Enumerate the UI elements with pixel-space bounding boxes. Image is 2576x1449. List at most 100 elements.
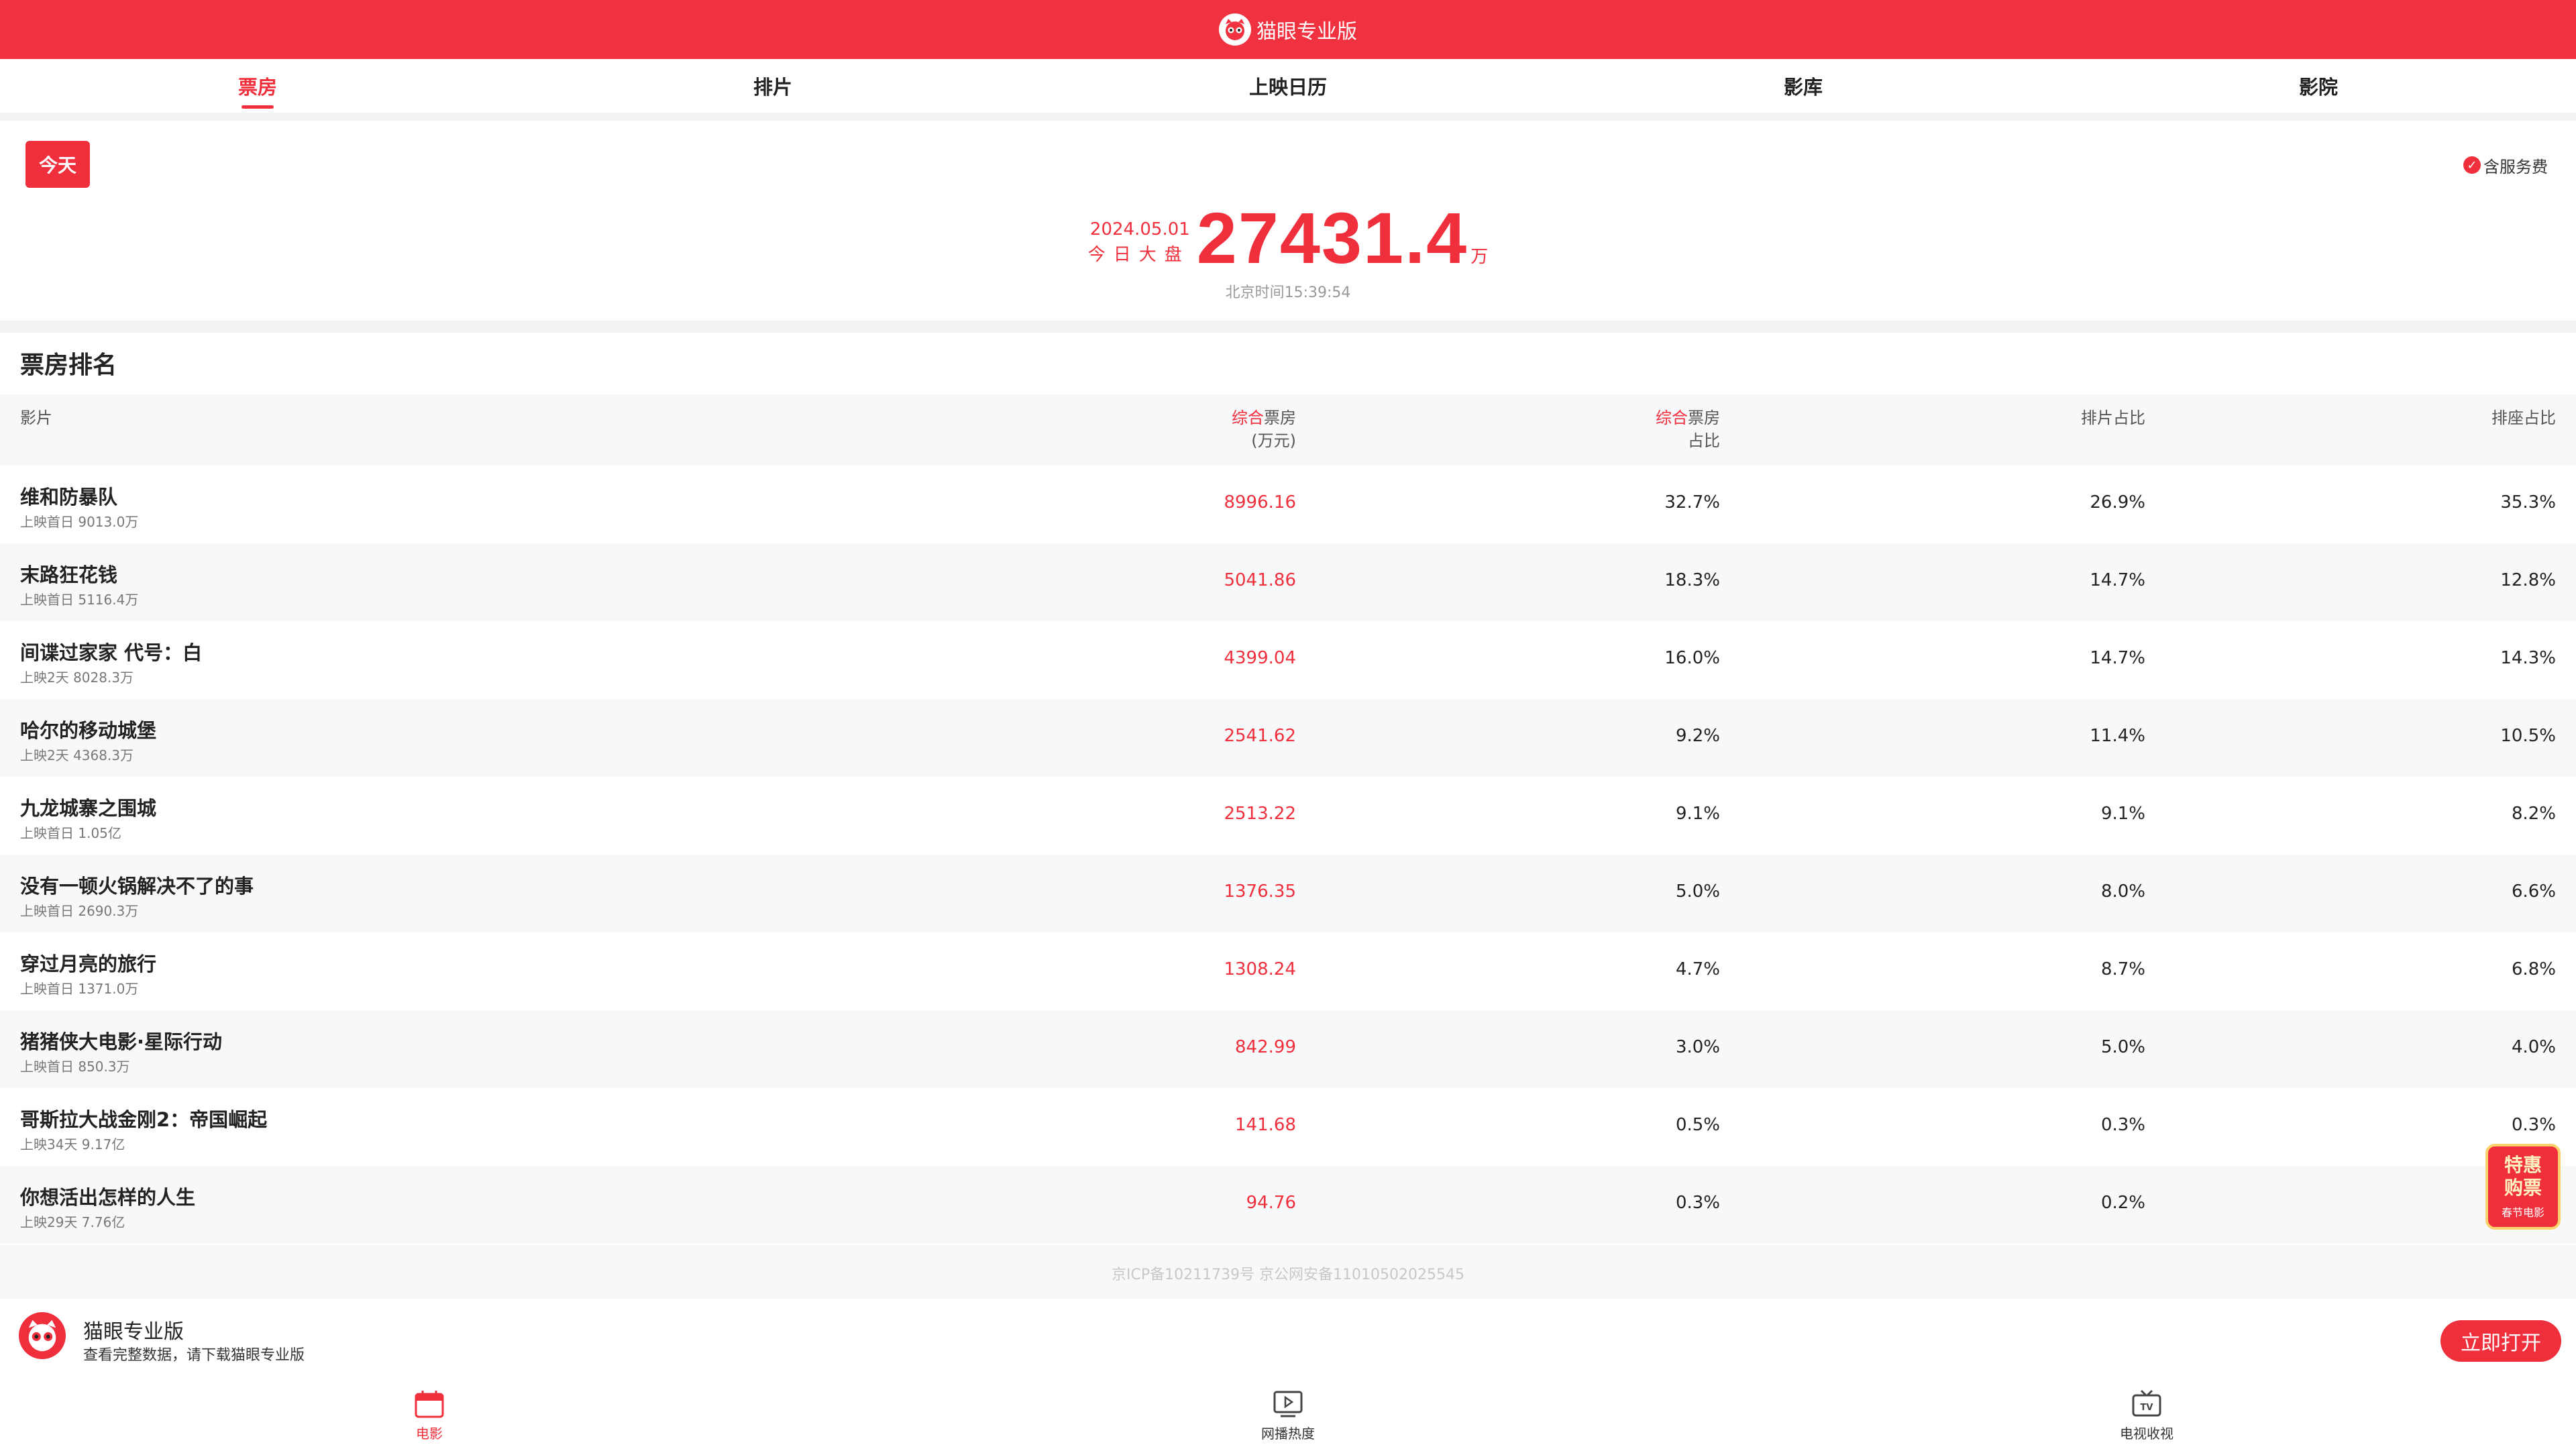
schedule-share-value: 8.0% [2100, 881, 2145, 902]
nav-movies[interactable]: 电影 [0, 1382, 859, 1449]
box-share-value: 4.7% [1675, 959, 1720, 979]
box-office-value: 2541.62 [1224, 726, 1296, 746]
table-row[interactable]: 你想活出怎样的人生 上映29天 7.76亿 94.76 0.3% 0.2% [0, 1166, 2576, 1244]
table-row[interactable]: 维和防暴队 上映首日 9013.0万 8996.16 32.7% 26.9% 3… [0, 466, 2576, 543]
seat-share-value: 4.0% [2511, 1037, 2556, 1057]
schedule-share-value: 0.2% [2100, 1193, 2145, 1213]
schedule-share-value: 14.7% [2090, 648, 2145, 668]
movie-info: 上映29天 7.76亿 [20, 1214, 125, 1230]
today-button[interactable]: 今天 [25, 141, 90, 188]
movie-name: 九龙城寨之围城 [20, 797, 157, 820]
total-box-office: 2024.05.01 今日大盘 27431.4 万 [0, 197, 2576, 278]
col-box-share[interactable]: 综合票房 占比 [1656, 407, 1720, 452]
promo-ticket-badge[interactable]: 特惠 购票 春节电影 [2485, 1144, 2561, 1230]
app-description: 查看完整数据，请下载猫眼专业版 [83, 1347, 305, 1364]
schedule-share-value: 5.0% [2100, 1037, 2145, 1057]
movie-info: 上映2天 4368.3万 [20, 747, 134, 763]
icp-footer: 京ICP备10211739号 京公网安备11010502025545 [0, 1245, 2576, 1299]
box-share-value: 9.1% [1675, 804, 1720, 824]
seat-share-value: 8.2% [2511, 804, 2556, 824]
tv-icon: TV [2132, 1389, 2161, 1416]
table-row[interactable]: 猪猪侠大电影·星际行动 上映首日 850.3万 842.99 3.0% 5.0%… [0, 1010, 2576, 1088]
seat-share-value: 0.3% [2511, 1115, 2556, 1135]
table-row[interactable]: 哈尔的移动城堡 上映2天 4368.3万 2541.62 9.2% 11.4% … [0, 699, 2576, 777]
col-schedule-share[interactable]: 排片占比 [2081, 407, 2145, 429]
movie-info: 上映首日 850.3万 [20, 1059, 130, 1075]
movie-info: 上映2天 8028.3万 [20, 669, 134, 686]
ranking-title: 票房排名 [20, 352, 117, 379]
seat-share-value: 10.5% [2500, 726, 2556, 746]
movie-name: 维和防暴队 [20, 486, 118, 508]
schedule-share-value: 9.1% [2100, 804, 2145, 824]
table-row[interactable]: 末路狂花钱 上映首日 5116.4万 5041.86 18.3% 14.7% 1… [0, 543, 2576, 621]
movie-name: 哥斯拉大战金刚2：帝国崛起 [20, 1108, 268, 1131]
seat-share-value: 14.3% [2500, 648, 2556, 668]
table-row[interactable]: 九龙城寨之围城 上映首日 1.05亿 2513.22 9.1% 9.1% 8.2… [0, 777, 2576, 855]
col-box-office-unit: (万元) [1251, 431, 1296, 450]
brand[interactable]: 猫眼专业版 [1219, 13, 1357, 46]
box-office-value: 2513.22 [1224, 804, 1296, 824]
movie-info: 上映首日 1371.0万 [20, 981, 139, 997]
tab-schedule[interactable]: 排片 [515, 59, 1030, 113]
box-office-value: 4399.04 [1224, 648, 1296, 668]
table-header: 影片 综合票房 (万元) 综合票房 占比 排片占比 排座占比 [0, 394, 2576, 466]
service-fee-label: 含服务费 [2483, 157, 2548, 176]
movie-name: 你想活出怎样的人生 [20, 1186, 196, 1209]
divider [0, 113, 2576, 121]
summary-meta: 2024.05.01 今日大盘 [1088, 217, 1190, 272]
promo-sub: 春节电影 [2501, 1206, 2544, 1219]
tab-cinemas[interactable]: 影院 [2061, 59, 2576, 113]
box-office-value: 1376.35 [1224, 881, 1296, 902]
total-unit: 万 [1470, 247, 1489, 267]
col-seat-share[interactable]: 排座占比 [2491, 407, 2556, 429]
nav-web-heat[interactable]: 网播热度 [859, 1382, 1717, 1449]
seat-share-value: 12.8% [2500, 570, 2556, 590]
box-share-value: 3.0% [1675, 1037, 1720, 1057]
summary-label: 今日大盘 [1087, 245, 1190, 265]
schedule-share-value: 14.7% [2090, 570, 2145, 590]
box-share-value: 32.7% [1664, 492, 1720, 513]
total-value: 27431.4 [1196, 197, 1468, 278]
app-logo-icon [19, 1312, 66, 1359]
movie-name: 哈尔的移动城堡 [20, 719, 157, 742]
nav-tv-ratings[interactable]: TV 电视收视 [1717, 1382, 2576, 1449]
table-row[interactable]: 穿过月亮的旅行 上映首日 1371.0万 1308.24 4.7% 8.7% 6… [0, 932, 2576, 1010]
box-office-value: 842.99 [1235, 1037, 1296, 1057]
service-fee-toggle[interactable]: ✓ 含服务费 [2455, 142, 2556, 188]
table-row[interactable]: 哥斯拉大战金刚2：帝国崛起 上映34天 9.17亿 141.68 0.5% 0.… [0, 1088, 2576, 1166]
movie-info: 上映首日 2690.3万 [20, 903, 139, 919]
box-office-value: 94.76 [1246, 1193, 1296, 1213]
top-bar: 猫眼专业版 [0, 0, 2576, 59]
table-row[interactable]: 没有一顿火锅解决不了的事 上映首日 2690.3万 1376.35 5.0% 8… [0, 855, 2576, 932]
table-row[interactable]: 间谍过家家 代号：白 上映2天 8028.3万 4399.04 16.0% 14… [0, 621, 2576, 699]
movie-name: 猪猪侠大电影·星际行动 [20, 1030, 223, 1053]
col-box-share-rest: 票房 [1688, 409, 1720, 427]
box-share-value: 5.0% [1675, 881, 1720, 902]
svg-text:TV: TV [2141, 1403, 2153, 1413]
tab-box-office[interactable]: 票房 [0, 59, 515, 113]
box-office-value: 5041.86 [1224, 570, 1296, 590]
seat-share-value: 6.6% [2511, 881, 2556, 902]
tab-film-library[interactable]: 影库 [1546, 59, 2061, 113]
box-share-value: 9.2% [1675, 726, 1720, 746]
box-share-value: 16.0% [1664, 648, 1720, 668]
bottom-nav: 电影 网播热度 TV 电视收视 [0, 1382, 2576, 1449]
nav-label: 电影 [416, 1425, 443, 1442]
schedule-share-value: 11.4% [2090, 726, 2145, 746]
movie-info: 上映首日 5116.4万 [20, 592, 139, 608]
movie-info: 上映首日 9013.0万 [20, 514, 139, 530]
col-box-share-prefix: 综合 [1656, 409, 1688, 427]
nav-label: 网播热度 [1261, 1425, 1315, 1442]
brand-name: 猫眼专业版 [1256, 20, 1357, 44]
movie-name: 末路狂花钱 [20, 564, 118, 586]
ranking-table: 维和防暴队 上映首日 9013.0万 8996.16 32.7% 26.9% 3… [0, 466, 2576, 1244]
open-app-button[interactable]: 立即打开 [2440, 1320, 2561, 1362]
schedule-share-value: 8.7% [2100, 959, 2145, 979]
col-box-office-rest: 票房 [1264, 409, 1296, 427]
tab-release-calendar[interactable]: 上映日历 [1030, 59, 1546, 113]
box-share-value: 0.3% [1675, 1193, 1720, 1213]
col-box-share-line2: 占比 [1688, 431, 1720, 450]
summary-date: 2024.05.01 [1089, 219, 1190, 239]
box-share-value: 18.3% [1664, 570, 1720, 590]
col-box-office[interactable]: 综合票房 (万元) [1232, 407, 1296, 452]
